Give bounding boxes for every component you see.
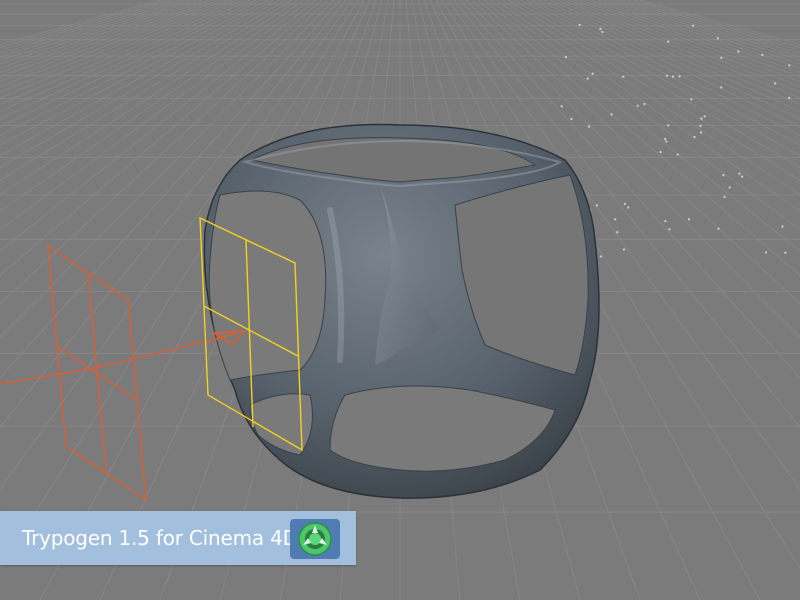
star-dot — [622, 75, 625, 79]
grid-line — [567, 0, 800, 93]
star-dot — [560, 105, 563, 108]
light-gizmo[interactable] — [0, 244, 237, 502]
star-dot — [788, 96, 791, 100]
star-dot — [703, 115, 706, 118]
star-dot — [666, 124, 670, 127]
star-dot — [728, 186, 731, 189]
grid-line — [0, 0, 191, 61]
star-dot — [784, 251, 787, 254]
star-dot — [663, 137, 667, 141]
star-dot — [722, 174, 725, 177]
star-dot — [720, 86, 723, 89]
3d-viewport[interactable]: Trypogen 1.5 for Cinema 4D — [0, 0, 800, 600]
star-dot — [599, 255, 603, 258]
star-dot — [717, 227, 720, 230]
star-dot — [678, 75, 681, 78]
viewport-scene[interactable] — [0, 0, 800, 600]
grid-line — [609, 0, 800, 61]
star-dot — [738, 172, 741, 175]
star-dot — [666, 40, 670, 43]
star-dot — [720, 56, 723, 60]
star-dot — [687, 218, 691, 221]
grid-line — [0, 0, 167, 48]
star-dot — [586, 77, 589, 80]
grid-line — [0, 0, 197, 65]
logo-badge — [290, 519, 340, 559]
star-dot — [622, 248, 626, 251]
grid-line — [597, 0, 800, 69]
star-dot — [716, 37, 719, 40]
star-dot — [627, 206, 630, 209]
star-dot — [699, 131, 703, 134]
grid-line — [615, 0, 800, 58]
star-dot — [781, 225, 784, 228]
star-dot — [691, 24, 695, 27]
star-dot — [601, 30, 604, 34]
star-dot — [740, 175, 744, 178]
trypogen-cube-mesh[interactable] — [203, 123, 600, 499]
star-dot — [595, 204, 599, 207]
star-dot — [591, 72, 594, 75]
star-dot — [668, 228, 671, 231]
banner-title: Trypogen 1.5 for Cinema 4D — [22, 526, 298, 550]
star-dot — [578, 23, 581, 27]
product-banner: Trypogen 1.5 for Cinema 4D — [0, 511, 356, 565]
star-dot — [699, 124, 702, 128]
star-dot — [665, 140, 668, 143]
grid-line — [0, 0, 233, 93]
star-dot — [700, 117, 703, 120]
grid-line — [585, 0, 800, 78]
mesh-hole-left — [208, 190, 327, 381]
trypogen-logo-icon — [298, 522, 332, 556]
star-dot — [676, 153, 679, 156]
grid-line — [633, 0, 800, 48]
star-dot — [671, 75, 675, 78]
grid-line — [0, 0, 215, 78]
star-dot — [564, 55, 568, 59]
star-dot — [664, 220, 667, 223]
star-dot — [761, 53, 764, 57]
star-dot — [693, 135, 696, 139]
star-dot — [643, 102, 646, 106]
star-dot — [610, 113, 613, 116]
star-dot — [788, 64, 791, 67]
grid-line — [0, 0, 185, 58]
star-dot — [659, 150, 662, 154]
star-dot — [616, 230, 619, 234]
grid-line — [0, 0, 203, 69]
star-dot — [570, 117, 573, 121]
star-dot — [737, 50, 740, 53]
star-dot — [636, 104, 639, 107]
star-dot — [773, 82, 777, 85]
star-dot — [764, 251, 768, 254]
grid-line — [603, 0, 800, 65]
star-dot — [587, 125, 591, 128]
star-dot — [613, 218, 617, 221]
star-dot — [665, 74, 669, 78]
star-dot — [690, 98, 693, 101]
star-dot — [723, 195, 726, 199]
star-dot — [623, 202, 627, 206]
star-dot — [599, 27, 602, 31]
